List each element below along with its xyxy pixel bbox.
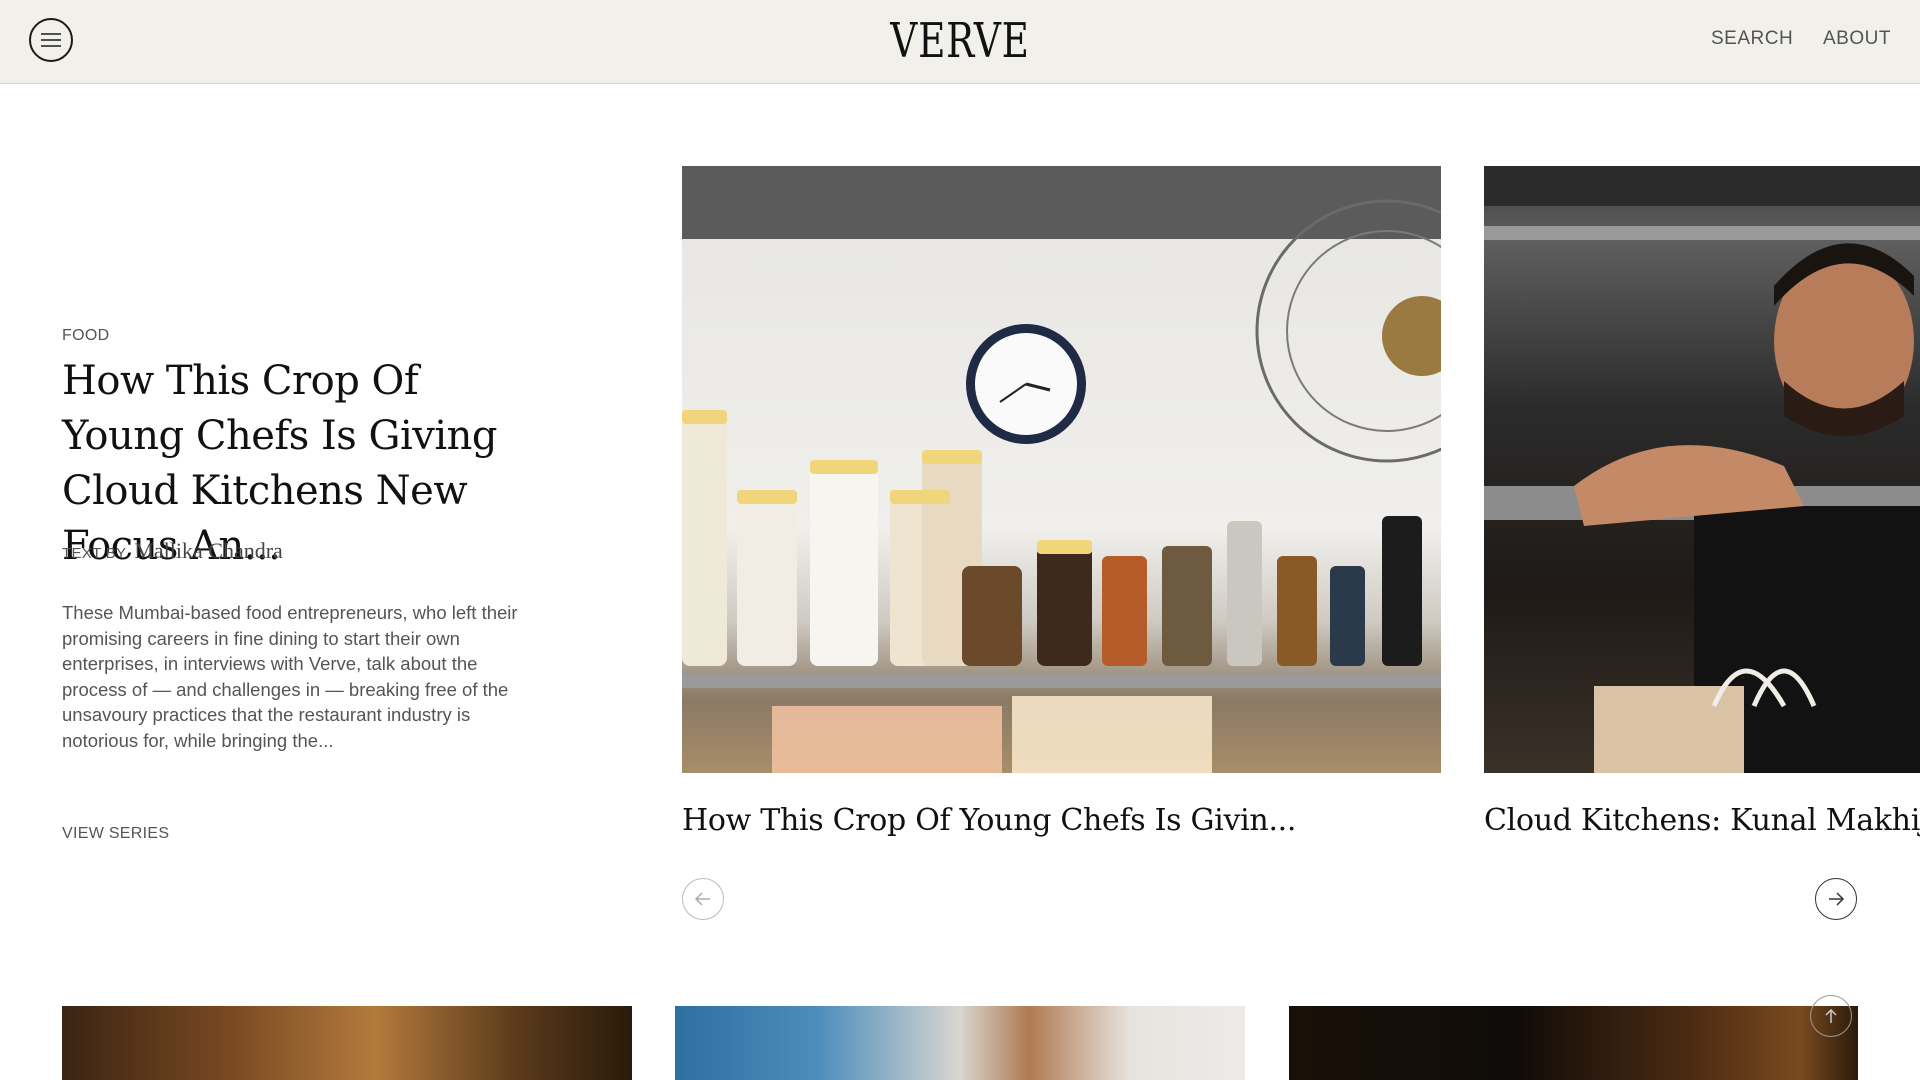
author-name[interactable]: Mallika Chandra — [134, 538, 282, 564]
carousel-caption-1[interactable]: How This Crop Of Young Chefs Is Givin... — [682, 803, 1441, 838]
arrow-right-icon — [1829, 892, 1845, 906]
carousel-prev-button[interactable] — [682, 878, 724, 920]
nav-about-link[interactable]: ABOUT — [1823, 28, 1891, 50]
carousel-next-button[interactable] — [1815, 878, 1857, 920]
byline: TEXT BY Mallika Chandra — [62, 538, 283, 564]
arrow-left-icon — [694, 892, 710, 906]
article-thumbnail-2[interactable] — [675, 1006, 1245, 1080]
carousel-image-kitchen-shelf[interactable] — [682, 166, 1441, 773]
article-thumbnail-1[interactable] — [62, 1006, 632, 1080]
site-logo[interactable]: VERVE — [882, 14, 1038, 68]
carousel-caption-2[interactable]: Cloud Kitchens: Kunal Makhija — [1484, 803, 1920, 838]
article-thumbnail-3[interactable] — [1289, 1006, 1858, 1080]
arrow-up-icon — [1825, 1008, 1837, 1023]
nav-search-link[interactable]: SEARCH — [1711, 28, 1793, 50]
hamburger-menu-icon — [41, 33, 61, 47]
menu-button[interactable] — [29, 18, 73, 62]
byline-label: TEXT BY — [62, 545, 127, 562]
category-label[interactable]: FOOD — [62, 327, 109, 345]
feature-excerpt: These Mumbai-based food entrepreneurs, w… — [62, 602, 518, 751]
view-series-link[interactable]: VIEW SERIES — [62, 825, 169, 843]
chef-portrait-illustration — [1484, 166, 1920, 773]
kitchen-shelf-illustration — [682, 199, 1441, 773]
carousel-image-chef-portrait[interactable] — [1484, 166, 1920, 773]
back-to-top-button[interactable] — [1810, 995, 1852, 1037]
site-header: VERVE SEARCH ABOUT — [0, 0, 1920, 84]
